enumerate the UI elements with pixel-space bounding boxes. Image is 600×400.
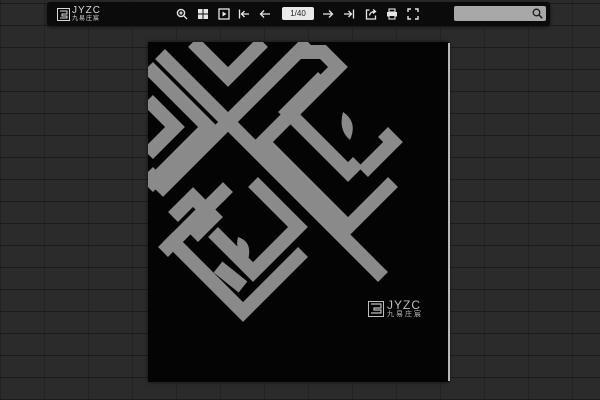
search-box: [454, 6, 546, 21]
zoom-in-button[interactable]: [175, 7, 189, 21]
cover-logo-text: JYZC: [387, 298, 421, 312]
cover-logo-subtitle: 九易庄宸: [387, 311, 423, 318]
zoom-in-icon: [176, 8, 188, 20]
last-page-icon: [344, 9, 355, 19]
fullscreen-icon: [407, 8, 419, 20]
page-number-field[interactable]: 1/40: [282, 7, 314, 20]
print-button[interactable]: [385, 7, 399, 21]
cover-logo: JYZC 九易庄宸: [368, 299, 423, 318]
arrow-left-icon: [259, 10, 270, 18]
first-page-icon: [238, 9, 249, 19]
brand-mark-icon: [368, 300, 384, 317]
autoplay-button[interactable]: [217, 7, 231, 21]
book-cover-page[interactable]: JYZC 九易庄宸: [148, 42, 449, 382]
next-page-button[interactable]: [321, 7, 335, 21]
thumbnails-icon: [198, 9, 208, 19]
arrow-right-icon: [323, 10, 334, 18]
search-icon[interactable]: [532, 8, 543, 19]
thumbnails-button[interactable]: [196, 7, 210, 21]
last-page-button[interactable]: [342, 7, 356, 21]
fullscreen-button[interactable]: [406, 7, 420, 21]
brand-mark-icon: [57, 7, 70, 21]
first-page-button[interactable]: [237, 7, 251, 21]
page-edge: [448, 43, 450, 381]
viewer-toolbar: JYZC 九易庄宸 1/40: [47, 2, 550, 26]
brand-subtitle: 九易庄宸: [72, 16, 101, 22]
share-icon: [365, 8, 377, 20]
brand-logo[interactable]: JYZC 九易庄宸: [57, 5, 101, 23]
cover-pattern: [148, 42, 403, 322]
search-input[interactable]: [456, 7, 532, 20]
share-button[interactable]: [364, 7, 378, 21]
play-icon: [218, 8, 230, 20]
brand-name: JYZC: [72, 5, 101, 16]
print-icon: [387, 8, 397, 20]
previous-page-button[interactable]: [258, 7, 272, 21]
